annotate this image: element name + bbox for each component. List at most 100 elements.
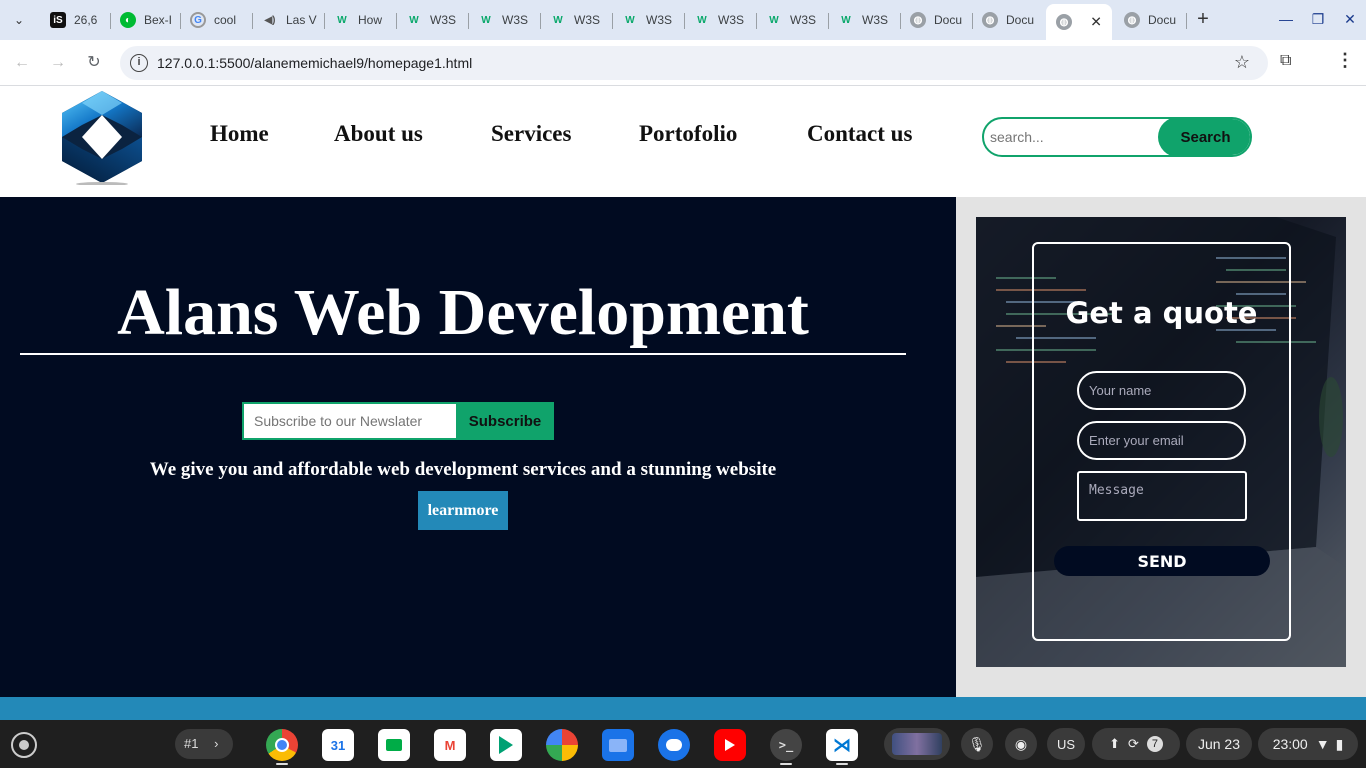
extensions-icon[interactable]: ⧉ <box>1280 52 1300 72</box>
arrow-left-icon: ← <box>14 54 30 71</box>
w3schools-icon: W <box>769 14 779 26</box>
gmail-icon[interactable]: M <box>434 729 466 761</box>
newsletter-input[interactable] <box>242 402 458 440</box>
tab-label: W3S <box>790 13 817 27</box>
launcher-button[interactable] <box>11 732 37 758</box>
browser-tab[interactable]: ◀) Las V <box>252 6 324 34</box>
tab-label: W3S <box>502 13 529 27</box>
browser-tab-active[interactable]: ◍ ✕ <box>1046 4 1112 40</box>
hero-section: Alans Web Development Subscribe We give … <box>0 197 956 697</box>
nav-portfolio-link[interactable]: Portofolio <box>639 121 737 147</box>
browser-tab[interactable]: W W3S <box>468 6 540 34</box>
browser-tab[interactable]: W W3S <box>684 6 756 34</box>
plus-icon: + <box>1197 8 1209 30</box>
more-menu-icon[interactable]: ⋮ <box>1336 50 1354 71</box>
sync-icon: ⟳ <box>1128 736 1139 751</box>
browser-tab[interactable]: ◍ Docu <box>972 6 1044 34</box>
browser-tab[interactable]: W W3S <box>828 6 900 34</box>
globe-icon: ◍ <box>1056 14 1072 30</box>
tab-label: W3S <box>646 13 673 27</box>
browser-tab[interactable]: W W3S <box>756 6 828 34</box>
send-button[interactable]: SEND <box>1054 546 1270 576</box>
tab-label: W3S <box>718 13 745 27</box>
terminal-icon[interactable]: >_ <box>770 729 802 761</box>
w3schools-icon: W <box>481 14 491 26</box>
site-header: Home About us Services Portofolio Contac… <box>0 87 1366 197</box>
browser-tab[interactable]: ◍ Docu <box>1114 6 1186 34</box>
email-field[interactable] <box>1077 421 1246 460</box>
minimize-button[interactable]: — <box>1271 6 1301 32</box>
notification-count: 7 <box>1146 736 1163 752</box>
w3schools-icon: W <box>553 14 563 26</box>
messages-icon[interactable] <box>658 729 690 761</box>
system-shelf: #1 › 31 M >_ ⋊ 🎙 ◉ US ⬆ ⟳ 7 Jun 23 23:00… <box>0 720 1366 768</box>
forward-button[interactable]: → <box>46 51 70 75</box>
status-tray[interactable]: 23:00 ▼ ▮ <box>1258 728 1358 760</box>
browser-tab[interactable]: W W3S <box>612 6 684 34</box>
arrow-right-icon: → <box>50 54 66 71</box>
hero-tagline: We give you and affordable web developme… <box>149 459 777 480</box>
battery-icon: ▮ <box>1335 735 1344 752</box>
maximize-icon: ❐ <box>1311 11 1325 27</box>
files-icon[interactable] <box>602 729 634 761</box>
desk-switcher[interactable]: #1 › <box>175 729 233 759</box>
window-thumbnail-icon <box>892 733 942 755</box>
hero-divider <box>20 353 906 355</box>
search-button[interactable]: Search <box>1158 119 1250 155</box>
back-button[interactable]: ← <box>10 51 34 75</box>
browser-tab[interactable]: ◐ Bex-I <box>110 6 180 34</box>
site-search: Search <box>982 117 1252 157</box>
nav-contact-link[interactable]: Contact us <box>807 121 912 147</box>
tab-label: W3S <box>862 13 889 27</box>
chrome-icon[interactable] <box>266 729 298 761</box>
browser-tab[interactable]: iS 26,6 <box>40 6 110 34</box>
browser-tab[interactable]: G cool <box>180 6 252 34</box>
nav-home-link[interactable]: Home <box>210 121 269 147</box>
close-tab-icon[interactable]: ✕ <box>1090 14 1102 31</box>
tab-label: Docu <box>934 13 963 27</box>
address-bar[interactable]: i 127.0.0.1:5500/alanememichael9/homepag… <box>120 46 1268 80</box>
quote-title: Get a quote <box>1065 296 1258 330</box>
tab-label: Las V <box>286 13 317 27</box>
youtube-icon[interactable] <box>714 729 746 761</box>
notifications-tray[interactable]: ⬆ ⟳ 7 <box>1092 728 1180 760</box>
photos-icon[interactable] <box>546 729 578 761</box>
nav-services-link[interactable]: Services <box>491 121 571 147</box>
w3schools-icon: W <box>337 14 347 26</box>
globe-icon: ◍ <box>910 12 926 28</box>
close-window-button[interactable]: ✕ <box>1335 6 1365 32</box>
reload-icon: ↻ <box>87 54 101 71</box>
tab-label: 26,6 <box>74 13 98 27</box>
bookmark-star-icon[interactable]: ☆ <box>1234 52 1250 73</box>
microphone-button[interactable]: 🎙 <box>961 728 993 760</box>
laptop-code-background: Get a quote SEND <box>976 217 1346 667</box>
browser-tab[interactable]: W How <box>324 6 396 34</box>
date-tray[interactable]: Jun 23 <box>1186 728 1252 760</box>
search-input[interactable] <box>984 119 1164 155</box>
learn-more-button[interactable]: learnmore <box>418 491 508 530</box>
globe-icon: ◍ <box>1124 12 1140 28</box>
accessibility-button[interactable]: ◉ <box>1005 728 1037 760</box>
input-method-button[interactable]: US <box>1047 728 1085 760</box>
calendar-icon[interactable]: 31 <box>322 729 354 761</box>
nav-about-link[interactable]: About us <box>334 121 423 147</box>
desk-label: #1 <box>184 736 199 751</box>
reload-button[interactable]: ↻ <box>82 51 106 75</box>
subscribe-button[interactable]: Subscribe <box>456 402 554 440</box>
browser-tab[interactable]: W W3S <box>540 6 612 34</box>
new-tab-button[interactable]: + <box>1192 8 1214 32</box>
maximize-button[interactable]: ❐ <box>1303 6 1333 32</box>
browser-tab[interactable]: W W3S <box>396 6 468 34</box>
browser-tab[interactable]: ◍ Docu <box>900 6 972 34</box>
footer-band <box>0 697 1366 720</box>
site-info-icon[interactable]: i <box>130 54 148 72</box>
screen-capture-tray[interactable] <box>884 728 950 760</box>
meet-icon[interactable] <box>378 729 410 761</box>
vscode-icon[interactable]: ⋊ <box>826 729 858 761</box>
url-text[interactable]: 127.0.0.1:5500/alanememichael9/homepage1… <box>157 55 472 71</box>
message-field[interactable] <box>1077 471 1247 521</box>
play-store-icon[interactable] <box>490 729 522 761</box>
bex-icon: ◐ <box>120 12 136 28</box>
name-field[interactable] <box>1077 371 1246 410</box>
tab-search-button[interactable]: ⌄ <box>6 8 32 32</box>
